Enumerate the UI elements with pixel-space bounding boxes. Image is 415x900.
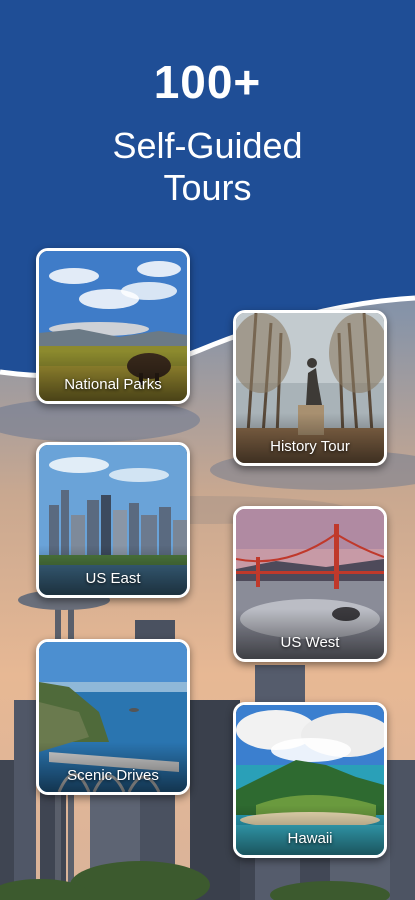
tour-card-us-west[interactable]: US West — [233, 506, 387, 662]
headline-subtitle: Self-Guided Tours — [0, 125, 415, 209]
tour-card-label: Scenic Drives — [67, 767, 159, 784]
tour-card-label: History Tour — [270, 438, 350, 455]
tour-card-label: Hawaii — [287, 830, 333, 847]
tour-card-label: National Parks — [64, 376, 162, 393]
headline-line-2: Tours — [163, 167, 252, 208]
tour-card-us-east[interactable]: US East — [36, 442, 190, 598]
tour-card-hawaii[interactable]: Hawaii — [233, 702, 387, 858]
tour-card-national-parks[interactable]: National Parks — [36, 248, 190, 404]
tour-card-history-tour[interactable]: History Tour — [233, 310, 387, 466]
tour-card-label: US West — [280, 634, 340, 651]
tour-card-label: US East — [85, 570, 141, 587]
tour-count-heading: 100+ — [153, 56, 262, 108]
tour-card-scenic-drives[interactable]: Scenic Drives — [36, 639, 190, 795]
headline-line-1: Self-Guided — [112, 125, 303, 166]
